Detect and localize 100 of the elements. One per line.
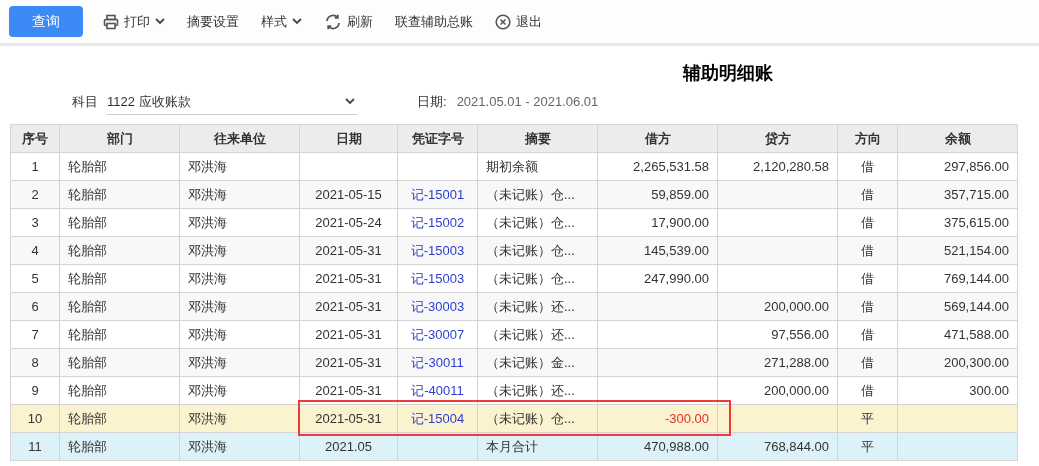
direction-cell-text: 借 [861, 213, 874, 232]
debit-cell-text: 470,988.00 [643, 437, 709, 456]
date-cell-text: 2021.05 [325, 437, 372, 456]
summary-cell-text: （未记账）还... [486, 325, 575, 344]
credit-cell-text: 97,556.00 [771, 325, 829, 344]
partner-cell-text: 邓洪海 [188, 297, 227, 316]
caret-icon [155, 18, 165, 25]
credit-cell-text: 200,000.00 [763, 381, 829, 400]
table-row[interactable]: 10 轮胎部 邓洪海 2021-05-31 记-15004 （未记账）仓... -300.00 平 [11, 405, 1018, 433]
balance-cell-text: 297,856.00 [943, 157, 1009, 176]
department-cell-text: 轮胎部 [68, 325, 107, 344]
refresh-button[interactable]: 刷新 [322, 6, 375, 37]
direction-cell-text: 借 [861, 157, 874, 176]
table-row[interactable]: 7 轮胎部 邓洪海 2021-05-31 记-30007 （未记账）还... 97,556.00 借 471,588.00 [11, 321, 1018, 349]
partner-cell-text: 邓洪海 [188, 213, 227, 232]
department-cell-text: 轮胎部 [68, 241, 107, 260]
table-row[interactable]: 11 轮胎部 邓洪海 2021.05 本月合计 470,988.00 768,844.00 平 [11, 433, 1018, 461]
balance-cell-text: 357,715.00 [943, 185, 1009, 204]
close-icon [495, 13, 511, 30]
date-range: 2021.05.01 - 2021.06.01 [456, 93, 599, 112]
voucher-link[interactable]: 记-30011 [411, 352, 464, 373]
credit-cell-text: 768,844.00 [763, 437, 829, 456]
balance-cell-text: 471,588.00 [943, 325, 1009, 344]
voucher-link[interactable]: 记-30007 [410, 324, 465, 345]
voucher-link[interactable]: 记-15001 [410, 184, 465, 205]
debit-cell-text: -300.00 [664, 409, 709, 428]
partner-cell-text: 邓洪海 [188, 241, 227, 260]
toolbar-button[interactable]: 打印 [101, 6, 167, 37]
department-cell-text: 轮胎部 [68, 185, 107, 204]
subject-select[interactable]: 1122 应收账款 [107, 89, 357, 115]
toolbar-button[interactable]: 样式 [259, 6, 304, 37]
date-cell-text: 2021-05-24 [315, 213, 382, 232]
balance-cell-text: 521,154.00 [943, 241, 1009, 260]
balance-cell-text: 569,144.00 [943, 297, 1009, 316]
row-number: 3 [31, 213, 39, 232]
date-cell-text: 2021-05-31 [315, 269, 382, 288]
row-number: 6 [31, 297, 39, 316]
row-number: 7 [31, 325, 39, 344]
department-cell-text: 轮胎部 [68, 381, 107, 400]
table-row[interactable]: 8 轮胎部 邓洪海 2021-05-31 记-30011 （未记账）金... 271,288.00 借 200,300.00 [11, 349, 1018, 377]
direction-cell-text: 借 [861, 269, 874, 288]
table-row[interactable]: 6 轮胎部 邓洪海 2021-05-31 记-30003 （未记账）还... 200,000.00 借 569,144.00 [11, 293, 1018, 321]
date-cell-text: 2021-05-31 [315, 297, 382, 316]
date-cell-text: 2021-05-31 [315, 353, 382, 372]
date-cell-text: 2021-05-31 [315, 241, 382, 260]
row-number: 2 [31, 185, 39, 204]
table-row[interactable]: 4 轮胎部 邓洪海 2021-05-31 记-15003 （未记账）仓... 145,539.00 借 521,154.00 [11, 237, 1018, 265]
summary-cell-text: （未记账）仓... [486, 213, 575, 232]
table-row[interactable]: 9 轮胎部 邓洪海 2021-05-31 记-40011 （未记账）还... 200,000.00 借 300.00 [11, 377, 1018, 405]
summary-cell-text: （未记账）还... [486, 381, 575, 400]
partner-cell-text: 邓洪海 [188, 185, 227, 204]
partner-cell-text: 邓洪海 [188, 353, 227, 372]
voucher-link[interactable]: 记-40011 [411, 380, 464, 401]
date-cell-text: 2021-05-31 [315, 325, 382, 344]
table-row[interactable]: 2 轮胎部 邓洪海 2021-05-15 记-15001 （未记账）仓... 59,859.00 借 357,715.00 [11, 181, 1018, 209]
balance-cell-text: 375,615.00 [943, 213, 1009, 232]
row-number: 8 [31, 353, 39, 372]
table-row[interactable]: 5 轮胎部 邓洪海 2021-05-31 记-15003 （未记账）仓... 247,990.00 借 769,144.00 [11, 265, 1018, 293]
debit-cell-text: 59,859.00 [651, 185, 709, 204]
exit-button[interactable]: 退出 [493, 6, 544, 37]
partner-cell-text: 邓洪海 [188, 381, 227, 400]
department-cell-text: 轮胎部 [68, 353, 107, 372]
summary-cell-text: （未记账）仓... [486, 185, 575, 204]
date-cell-text: 2021-05-31 [315, 381, 382, 400]
date-cell-text: 2021-05-15 [315, 185, 382, 204]
credit-cell-text: 271,288.00 [763, 353, 829, 372]
voucher-link[interactable]: 记-30003 [410, 296, 465, 317]
date-cell-text: 2021-05-31 [315, 409, 382, 428]
credit-cell-text: 2,120,280.58 [753, 157, 829, 176]
department-cell-text: 轮胎部 [68, 269, 107, 288]
caret-icon [345, 98, 355, 105]
caret-icon [292, 18, 302, 25]
direction-cell-text: 借 [861, 353, 874, 372]
voucher-link[interactable]: 记-15003 [410, 268, 465, 289]
toolbar-button[interactable]: 联查辅助总账 [393, 6, 475, 37]
toolbar-button[interactable]: 摘要设置 [185, 6, 241, 37]
table-row[interactable]: 3 轮胎部 邓洪海 2021-05-24 记-15002 （未记账）仓... 17,900.00 借 375,615.00 [11, 209, 1018, 237]
row-number: 11 [28, 437, 42, 456]
credit-cell-text: 200,000.00 [763, 297, 829, 316]
row-number: 5 [31, 269, 39, 288]
partner-cell-text: 邓洪海 [188, 269, 227, 288]
voucher-link[interactable]: 记-15004 [410, 408, 465, 429]
voucher-link[interactable]: 记-15003 [410, 240, 465, 261]
direction-cell-text: 借 [861, 185, 874, 204]
balance-cell-text: 300.00 [969, 381, 1009, 400]
summary-cell-text: （未记账）还... [486, 297, 575, 316]
direction-cell-text: 平 [861, 437, 874, 456]
refresh-icon [324, 12, 342, 31]
table-row[interactable]: 1 轮胎部 邓洪海 期初余额 2,265,531.58 2,120,280.58 借 297,856.00 [11, 153, 1018, 181]
summary-cell-text: （未记账）金... [486, 353, 575, 372]
direction-cell-text: 借 [861, 241, 874, 260]
row-number: 10 [27, 409, 43, 428]
debit-cell-text: 17,900.00 [651, 213, 709, 232]
debit-cell-text: 145,539.00 [643, 241, 709, 260]
printer-icon [103, 13, 119, 30]
debit-cell-text: 247,990.00 [643, 269, 709, 288]
report-title: 辅助明细账 [683, 62, 773, 85]
partner-cell-text: 邓洪海 [188, 437, 227, 456]
voucher-link[interactable]: 记-15002 [410, 212, 465, 233]
summary-cell-text: 期初余额 [486, 157, 538, 176]
